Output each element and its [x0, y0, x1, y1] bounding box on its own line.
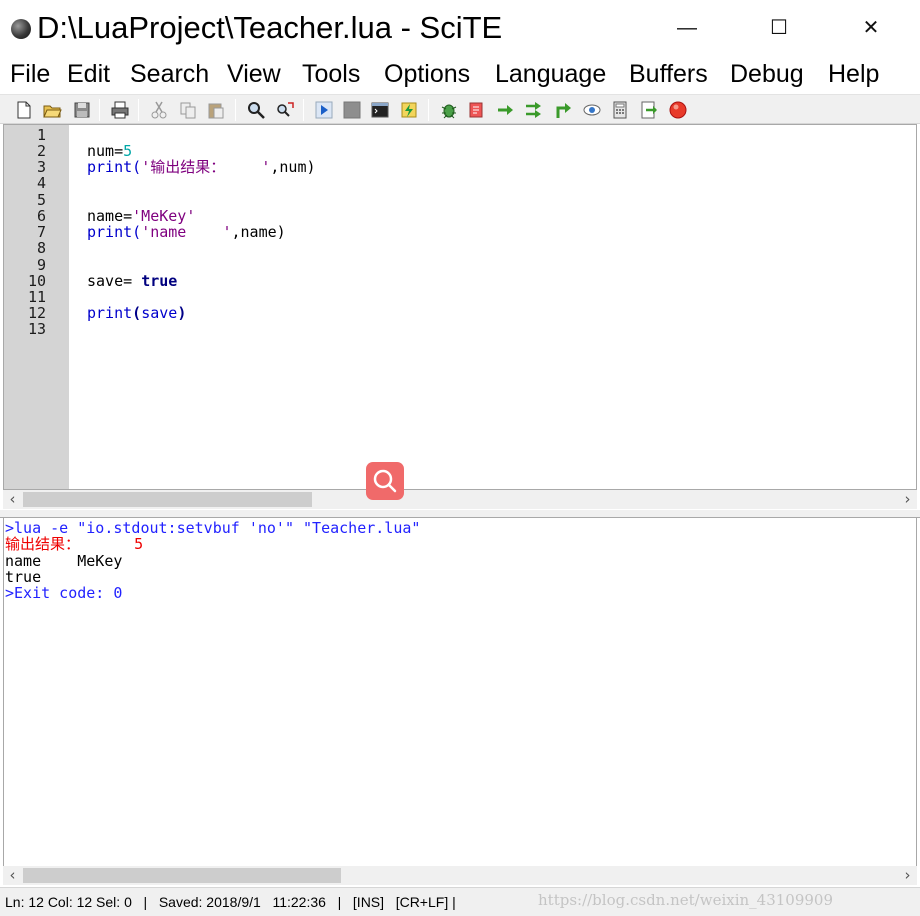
- code-token: (: [132, 304, 142, 322]
- line-number: 3: [36, 158, 46, 176]
- toolbar: [0, 94, 920, 124]
- find-icon[interactable]: [246, 100, 266, 120]
- cut-icon[interactable]: [149, 100, 169, 120]
- console-icon[interactable]: [370, 100, 390, 120]
- scroll-left-arrow[interactable]: ‹: [3, 866, 22, 885]
- scroll-thumb[interactable]: [23, 492, 312, 507]
- scroll-right-arrow[interactable]: ›: [898, 866, 917, 885]
- scroll-thumb[interactable]: [23, 868, 341, 883]
- pane-splitter[interactable]: [0, 510, 920, 518]
- line-number: 4: [36, 174, 46, 192]
- step-into-icon[interactable]: [524, 100, 544, 120]
- toolbar-separator: [99, 99, 100, 121]
- code-token: true: [141, 272, 178, 290]
- bug-icon[interactable]: [439, 100, 459, 120]
- status-text: Ln: 12 Col: 12 Sel: 0 | Saved: 2018/9/1 …: [5, 894, 456, 910]
- stop-icon[interactable]: [342, 100, 362, 120]
- code-token: 'name ': [141, 223, 232, 241]
- toolbar-separator: [235, 99, 236, 121]
- line-number: 7: [36, 223, 46, 241]
- line-number: 8: [36, 239, 46, 257]
- line-number: 9: [36, 256, 46, 274]
- line-number: 13: [27, 320, 46, 338]
- scroll-left-arrow[interactable]: ‹: [3, 490, 22, 509]
- code-token: ,num): [270, 158, 316, 176]
- editor-horizontal-scrollbar[interactable]: ‹ ›: [3, 490, 917, 509]
- output-line: true: [5, 567, 42, 586]
- menu-file[interactable]: File: [10, 58, 50, 90]
- scroll-right-arrow[interactable]: ›: [898, 490, 917, 509]
- export-icon[interactable]: [639, 100, 659, 120]
- status-bar: Ln: 12 Col: 12 Sel: 0 | Saved: 2018/9/1 …: [0, 887, 920, 916]
- output-horizontal-scrollbar[interactable]: ‹ ›: [3, 866, 917, 885]
- line-number: 11: [27, 288, 46, 306]
- save-icon[interactable]: [72, 100, 92, 120]
- calculator-icon[interactable]: [610, 100, 630, 120]
- code-line[interactable]: save= true: [87, 273, 177, 289]
- menu-help[interactable]: Help: [828, 58, 879, 90]
- code-token: ): [177, 304, 187, 322]
- line-number: 2: [36, 142, 46, 160]
- line-number: 5: [36, 191, 46, 209]
- code-line[interactable]: name='MeKey': [87, 208, 195, 224]
- code-line[interactable]: print(save): [87, 305, 186, 321]
- line-number: 1: [36, 126, 46, 144]
- scite-app-icon: [11, 19, 31, 39]
- output-line: name MeKey: [5, 551, 123, 570]
- line-number: 6: [36, 207, 46, 225]
- code-token: print(: [87, 158, 142, 176]
- toolbar-separator: [428, 99, 429, 121]
- replace-icon[interactable]: [275, 100, 295, 120]
- code-token: print: [87, 304, 133, 322]
- code-token: ,name): [231, 223, 286, 241]
- new-file-icon[interactable]: [14, 100, 34, 120]
- code-token: save=: [87, 272, 142, 290]
- code-line[interactable]: print('name ',name): [87, 224, 286, 240]
- output-pane[interactable]: >lua -e "io.stdout:setvbuf 'no'" "Teache…: [3, 518, 917, 866]
- menu-language[interactable]: Language: [495, 58, 606, 90]
- toolbar-separator: [138, 99, 139, 121]
- menu-options[interactable]: Options: [384, 58, 470, 90]
- print-icon[interactable]: [110, 100, 130, 120]
- code-editor[interactable]: 1 2 3 4 5 6 7 8 9 10 11 12 13 num=5 print…: [3, 124, 917, 490]
- breakpoint-icon[interactable]: [467, 100, 487, 120]
- compile-icon[interactable]: [399, 100, 419, 120]
- line-number: 10: [27, 272, 46, 290]
- code-token: '输出结果： ': [141, 158, 271, 176]
- watch-icon[interactable]: [582, 100, 602, 120]
- code-line[interactable]: print('输出结果： ',num): [87, 159, 316, 175]
- window-title: D:\LuaProject\Teacher.lua - SciTE: [37, 10, 503, 45]
- line-number-gutter: 1 2 3 4 5 6 7 8 9 10 11 12 13: [4, 125, 69, 489]
- paste-icon[interactable]: [206, 100, 226, 120]
- floating-search-button[interactable]: [366, 462, 404, 500]
- code-token: save: [141, 304, 178, 322]
- code-token: print(: [87, 223, 142, 241]
- copy-icon[interactable]: [178, 100, 198, 120]
- step-out-icon[interactable]: [553, 100, 573, 120]
- watermark: https://blog.csdn.net/weixin_43109909: [538, 891, 834, 909]
- toolbar-separator: [303, 99, 304, 121]
- output-line: >lua -e "io.stdout:setvbuf 'no'" "Teache…: [5, 519, 421, 537]
- step-over-icon[interactable]: [496, 100, 516, 120]
- search-icon: [373, 469, 397, 493]
- menu-buffers[interactable]: Buffers: [629, 58, 708, 90]
- menu-debug[interactable]: Debug: [730, 58, 804, 90]
- code-line[interactable]: num=5: [87, 143, 132, 159]
- output-line: 输出结果： 5: [5, 535, 144, 554]
- line-number: 12: [27, 304, 46, 322]
- menu-tools[interactable]: Tools: [302, 58, 360, 90]
- minimize-button[interactable]: —: [664, 8, 710, 48]
- menu-bar: File Edit Search View Tools Options Lang…: [0, 56, 920, 92]
- output-line: >Exit code: 0: [5, 584, 123, 603]
- maximize-button[interactable]: ☐: [756, 8, 802, 48]
- record-icon[interactable]: [668, 100, 688, 120]
- close-button[interactable]: ✕: [848, 8, 894, 48]
- title-bar: D:\LuaProject\Teacher.lua - SciTE — ☐ ✕: [0, 0, 920, 56]
- menu-edit[interactable]: Edit: [67, 58, 110, 90]
- run-icon[interactable]: [314, 100, 334, 120]
- menu-search[interactable]: Search: [130, 58, 209, 90]
- menu-view[interactable]: View: [227, 58, 281, 90]
- open-folder-icon[interactable]: [42, 100, 62, 120]
